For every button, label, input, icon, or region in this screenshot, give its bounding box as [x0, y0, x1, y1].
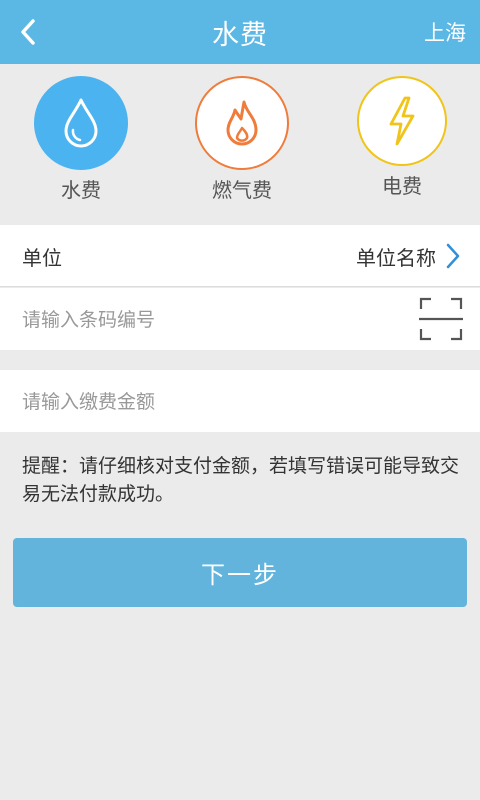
unit-selector[interactable]: 单位名称 [356, 225, 462, 287]
unit-row[interactable]: 单位 单位名称 [0, 225, 480, 287]
amount-row [0, 370, 480, 434]
barcode-row [0, 288, 480, 352]
category-label: 水费 [61, 178, 101, 202]
scan-button[interactable] [418, 296, 464, 342]
category-label: 燃气费 [212, 178, 272, 202]
amount-input[interactable] [20, 370, 404, 434]
barcode-input[interactable] [20, 288, 404, 352]
category-gas[interactable]: 燃气费 [177, 76, 307, 216]
category-label: 电费 [382, 174, 422, 198]
page-title: 水费 [212, 19, 268, 51]
category-water[interactable]: 水费 [16, 76, 146, 216]
unit-label: 单位 [22, 245, 62, 270]
unit-value: 单位名称 [356, 245, 436, 270]
flame-icon [226, 100, 258, 146]
electricity-circle [357, 76, 447, 166]
water-drop-icon [64, 98, 98, 148]
gas-circle [195, 76, 289, 170]
water-circle [34, 76, 128, 170]
lightning-icon [389, 96, 415, 146]
scan-icon [419, 297, 463, 341]
next-button[interactable]: 下一步 [13, 538, 467, 607]
reminder-text: 提醒：请仔细核对支付金额，若填写错误可能导致交易无法付款成功。 [22, 455, 460, 505]
bill-category-selector: 水费 燃气费 电费 [0, 64, 480, 224]
app-header: 水费 上海 [0, 0, 480, 64]
chevron-right-icon [446, 243, 460, 269]
city-selector[interactable]: 上海 [424, 0, 466, 64]
category-electricity[interactable]: 电费 [337, 76, 467, 216]
